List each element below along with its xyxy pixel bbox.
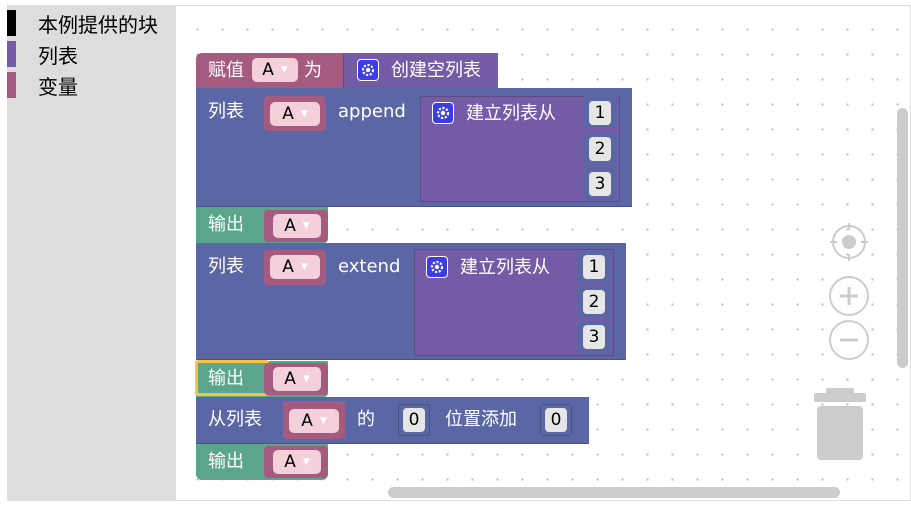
variable-name: A [284,216,296,236]
category-color-swatch [7,72,16,98]
number-field[interactable]: 1 [583,255,605,279]
number-field[interactable]: 2 [589,137,611,161]
category-label: 本例提供的块 [38,12,158,37]
method-label: append [338,101,406,122]
variable-name: A [262,60,274,80]
zoom-in-icon[interactable] [828,275,870,317]
dropdown-arrow-icon: ▼ [319,416,327,426]
variable-dropdown[interactable]: A ▼ [252,58,298,82]
variable-dropdown[interactable]: A ▼ [273,367,321,391]
dropdown-arrow-icon: ▼ [300,262,308,272]
insert-at-label: 位置添加 [445,409,517,430]
variable-name: A [282,257,294,277]
dropdown-arrow-icon: ▼ [300,109,308,119]
toolbox-category-variables[interactable]: 变量 [7,70,175,100]
gear-icon[interactable] [432,102,454,124]
variable-name: A [282,104,294,124]
variable-name: A [284,369,296,389]
category-color-swatch [7,41,16,67]
index-number-field[interactable]: 0 [403,408,425,432]
list-label: 列表 [208,101,244,122]
print-label: 输出 [208,368,244,389]
value-number-field[interactable]: 0 [545,408,567,432]
dropdown-arrow-icon: ▼ [302,374,310,384]
dropdown-arrow-icon: ▼ [280,65,288,75]
toolbox-category-examples[interactable]: 本例提供的块 [7,8,175,38]
vertical-scrollbar[interactable] [897,108,908,368]
zoom-out-icon[interactable] [828,319,870,361]
from-list-label: 从列表 [208,409,262,430]
trash-icon[interactable] [812,388,868,462]
variable-dropdown[interactable]: A ▼ [289,409,339,433]
category-color-swatch [7,10,16,36]
create-list-with-label: 建立列表从 [460,257,550,278]
horizontal-scrollbar[interactable] [388,487,840,498]
number-field[interactable]: 3 [589,172,611,196]
variable-name: A [301,411,313,431]
blockly-editor: 本例提供的块 列表 变量 赋值 A ▼ 为 创建空列表 列表 A ▼ append … [0,0,911,506]
set-label: 赋值 [208,60,244,81]
toolbox-category-lists[interactable]: 列表 [7,39,175,69]
to-label: 为 [304,60,322,81]
variable-dropdown[interactable]: A ▼ [273,450,321,474]
print-label: 输出 [208,214,244,235]
recenter-icon[interactable] [829,222,869,262]
list-label: 列表 [208,256,244,277]
toolbox: 本例提供的块 列表 变量 [7,5,175,501]
number-field[interactable]: 1 [589,101,611,125]
number-field[interactable]: 3 [583,325,605,349]
of-label: 的 [357,409,375,430]
method-label: extend [338,256,401,277]
variable-dropdown[interactable]: A ▼ [273,214,321,238]
gear-icon[interactable] [357,59,379,81]
variable-dropdown[interactable]: A ▼ [270,255,320,279]
category-label: 列表 [38,43,78,68]
variable-dropdown[interactable]: A ▼ [270,102,320,126]
create-list-with-label: 建立列表从 [466,103,556,124]
dropdown-arrow-icon: ▼ [302,457,310,467]
print-label: 输出 [208,451,244,472]
gear-icon[interactable] [426,256,448,278]
number-field[interactable]: 2 [583,290,605,314]
create-empty-list-label: 创建空列表 [391,60,481,81]
category-label: 变量 [38,74,78,99]
variable-name: A [284,452,296,472]
dropdown-arrow-icon: ▼ [302,221,310,231]
